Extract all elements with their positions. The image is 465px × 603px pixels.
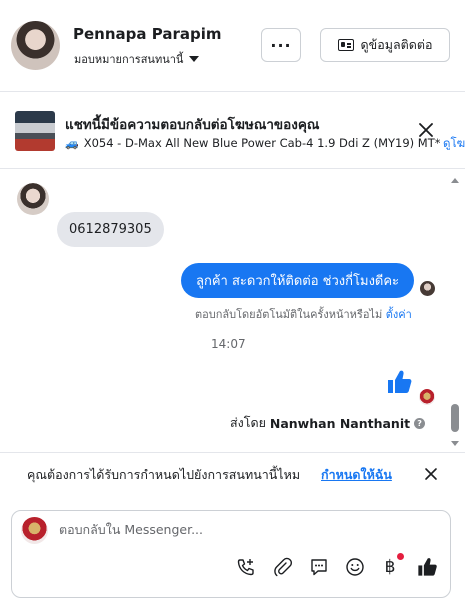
ad-banner-title: แชทนี้มีข้อความตอบกลับต่อโฆษณาของคุณ bbox=[65, 117, 320, 133]
thread-scrollbar[interactable] bbox=[449, 173, 461, 451]
info-icon[interactable]: ? bbox=[414, 417, 426, 429]
close-icon[interactable] bbox=[416, 120, 436, 140]
scroll-up-arrow[interactable] bbox=[451, 178, 459, 183]
contact-card-icon bbox=[337, 39, 354, 51]
baht-symbol: ฿ bbox=[384, 557, 396, 577]
call-add-icon[interactable] bbox=[235, 556, 257, 578]
thumbs-up-icon[interactable] bbox=[385, 368, 413, 396]
ad-reply-banner: แชทนี้มีข้อความตอบกลับต่อโฆษณาของคุณ 🚙 X… bbox=[0, 93, 465, 169]
auto-reply-prompt: ตอบกลับโดยอัตโนมัติในครั้งหน้าหรือไม่ ตั… bbox=[195, 305, 412, 323]
read-receipt-avatar bbox=[420, 281, 435, 296]
emoji-icon[interactable] bbox=[344, 556, 366, 578]
sender-avatar bbox=[17, 183, 49, 215]
outgoing-message-bubble[interactable]: ลูกค้า สะดวกให้ติดต่อ ช่วงกี่โมงดีคะ bbox=[181, 263, 415, 298]
incoming-message-bubble[interactable]: 0612879305 bbox=[57, 212, 164, 247]
contact-avatar[interactable] bbox=[11, 21, 60, 70]
sent-by-prefix: ส่งโดย bbox=[230, 415, 266, 430]
notification-dot bbox=[397, 553, 404, 560]
close-icon[interactable] bbox=[423, 466, 439, 482]
ad-product-line: 🚙 X054 - D-Max All New Blue Power Cab-4 … bbox=[65, 136, 440, 150]
auto-reply-settings-link[interactable]: ตั้งค่า bbox=[386, 308, 412, 321]
attachment-icon[interactable] bbox=[272, 556, 294, 578]
more-options-button[interactable]: ··· bbox=[261, 28, 301, 62]
view-contact-info-label: ดูข้อมูลติดต่อ bbox=[360, 37, 433, 52]
truck-icon: 🚙 bbox=[65, 136, 79, 150]
page-avatar bbox=[21, 517, 48, 544]
view-contact-info-button[interactable]: ดูข้อมูลติดต่อ bbox=[320, 28, 450, 62]
conversation-header: Pennapa Parapim มอบหมายการสนทนานี้ ··· ด… bbox=[0, 0, 465, 92]
auto-reply-note: ตอบกลับโดยอัตโนมัติในครั้งหน้าหรือไม่ bbox=[195, 308, 383, 321]
scroll-thumb[interactable] bbox=[451, 404, 459, 432]
assign-prompt: คุณต้องการได้รับการกำหนดไปยังการสนทนานี้… bbox=[27, 467, 301, 482]
sent-by-line: ส่งโดย Nanwhan Nanthanit ? bbox=[230, 413, 426, 433]
read-receipt-avatar bbox=[419, 389, 435, 405]
saved-reply-icon[interactable] bbox=[308, 556, 330, 578]
sent-by-name: Nanwhan Nanthanit bbox=[269, 415, 411, 431]
ad-thumbnail bbox=[15, 111, 55, 151]
thumbs-up-icon bbox=[418, 558, 437, 576]
view-ad-link[interactable]: ดูโฆ bbox=[443, 135, 465, 153]
chevron-down-icon bbox=[189, 56, 200, 62]
assign-label: มอบหมายการสนทนานี้ bbox=[74, 53, 184, 66]
contact-name[interactable]: Pennapa Parapim bbox=[73, 25, 221, 43]
more-icon: ··· bbox=[270, 35, 292, 55]
send-like-button[interactable] bbox=[415, 555, 439, 579]
scroll-down-arrow[interactable] bbox=[451, 441, 459, 446]
message-timestamp: 14:07 bbox=[211, 337, 246, 351]
ad-product-name: X054 - D-Max All New Blue Power Cab-4 1.… bbox=[83, 136, 440, 150]
reply-input[interactable] bbox=[59, 522, 419, 537]
assign-conversation-dropdown[interactable]: มอบหมายการสนทนานี้ bbox=[74, 50, 200, 68]
assign-to-me-link[interactable]: กำหนดให้ฉัน bbox=[321, 465, 392, 485]
